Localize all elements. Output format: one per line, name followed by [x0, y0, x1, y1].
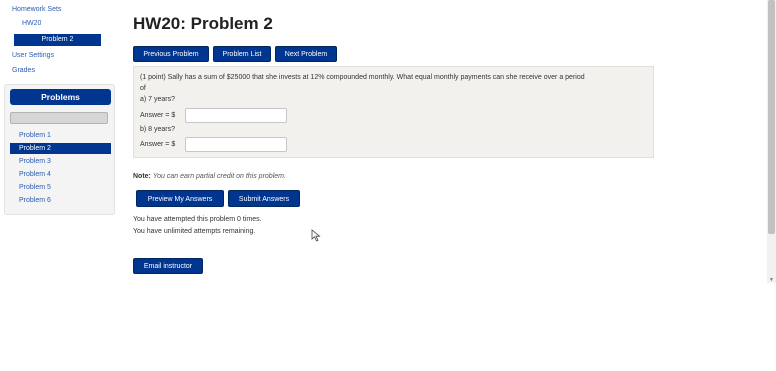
next-problem-button[interactable]: Next Problem: [275, 46, 337, 62]
problem-box: (1 point) Sally has a sum of $25000 that…: [133, 66, 654, 158]
problems-header: Problems: [10, 89, 111, 105]
problem-list-item[interactable]: Problem 4: [10, 169, 111, 180]
email-instructor-button[interactable]: Email instructor: [133, 258, 203, 274]
submit-answers-button[interactable]: Submit Answers: [228, 190, 300, 207]
problem-list-item[interactable]: Problem 6: [10, 195, 111, 206]
scroll-down-arrow-icon[interactable]: ▼: [769, 277, 774, 283]
part-a-question: a) 7 years?: [140, 96, 176, 103]
answer-b-input[interactable]: [185, 137, 287, 152]
nav-homework-sets-link[interactable]: Homework Sets: [12, 6, 61, 13]
nav-hw20-link[interactable]: HW20: [22, 20, 41, 27]
partial-credit-note: Note: You can earn partial credit on thi…: [133, 173, 286, 180]
preview-answers-button[interactable]: Preview My Answers: [136, 190, 224, 207]
remaining-attempts-text: You have unlimited attempts remaining.: [133, 228, 256, 235]
problem-list-item[interactable]: Problem 5: [10, 182, 111, 193]
nav-current-problem-label: Problem 2: [41, 36, 74, 43]
mouse-cursor-icon: [311, 229, 321, 242]
note-text: You can earn partial credit on this prob…: [152, 173, 286, 180]
page-title: HW20: Problem 2: [133, 14, 273, 33]
part-b-question: b) 8 years?: [140, 126, 176, 133]
problem-list-item[interactable]: Problem 3: [10, 156, 111, 167]
answer-a-label: Answer = $: [140, 112, 176, 119]
vertical-scrollbar[interactable]: ▼: [767, 0, 776, 283]
answer-a-input[interactable]: [185, 108, 287, 123]
scrollbar-thumb[interactable]: [768, 0, 775, 234]
progress-bar: [10, 112, 108, 124]
problem-statement: (1 point) Sally has a sum of $25000 that…: [140, 74, 585, 81]
nav-user-settings-link[interactable]: User Settings: [12, 52, 54, 59]
problem-list-button[interactable]: Problem List: [213, 46, 271, 62]
nav-grades-link[interactable]: Grades: [12, 67, 35, 74]
problem-statement-cont: of: [140, 85, 146, 92]
problem-list-item[interactable]: Problem 2: [10, 143, 111, 154]
problems-panel: Problems Problem 1 Problem 2 Problem 3 Prob…: [4, 84, 115, 215]
attempts-text: You have attempted this problem 0 times.: [133, 216, 262, 223]
problem-list-item[interactable]: Problem 1: [10, 130, 111, 141]
sidebar-nav: Homework Sets HW20 Problem 2 User Settin…: [4, 0, 116, 80]
previous-problem-button[interactable]: Previous Problem: [133, 46, 209, 62]
note-label: Note:: [133, 173, 151, 180]
answer-b-label: Answer = $: [140, 141, 176, 148]
nav-current-problem[interactable]: Problem 2: [14, 34, 101, 46]
